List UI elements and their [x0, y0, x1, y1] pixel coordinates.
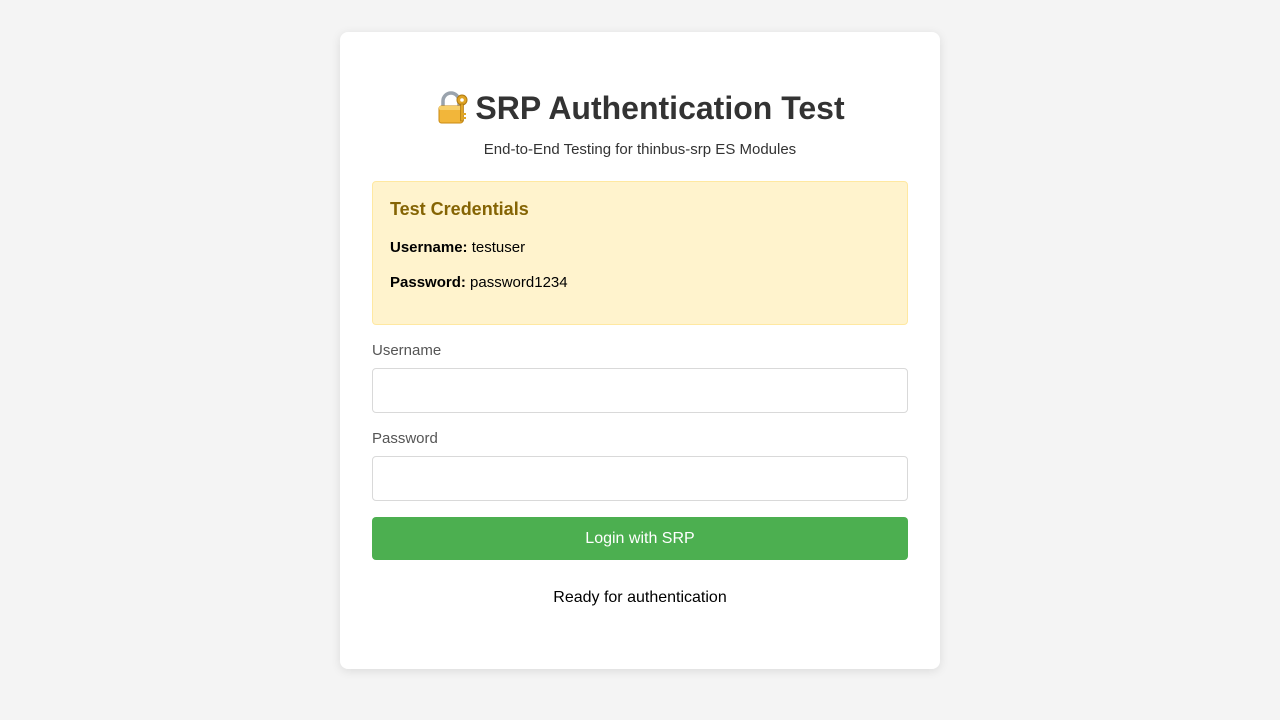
test-credentials-panel: Test Credentials Username: testuser Pass…: [372, 181, 908, 325]
credentials-username-value: testuser: [471, 239, 526, 256]
locked-with-key-icon: [435, 91, 469, 125]
credentials-username: Username: testuser: [390, 238, 890, 258]
username-input[interactable]: [372, 368, 908, 413]
credentials-title: Test Credentials: [390, 199, 529, 219]
credentials-username-label: Username:: [390, 239, 468, 256]
credentials-password-value: password1234: [470, 274, 568, 291]
login-card: SRP Authentication Test End-to-End Testi…: [340, 32, 940, 669]
page-title: SRP Authentication Test: [475, 90, 845, 126]
username-label: Username: [372, 342, 442, 359]
status-message: Ready for authentication: [553, 589, 727, 606]
credentials-password-label: Password:: [390, 274, 466, 291]
password-label: Password: [372, 430, 438, 447]
password-input[interactable]: [372, 456, 908, 501]
header: SRP Authentication Test: [372, 88, 908, 128]
page-subtitle: End-to-End Testing for thinbus-srp ES Mo…: [483, 141, 797, 158]
login-button[interactable]: Login with SRP: [372, 517, 908, 560]
credentials-password: Password: password1234: [390, 273, 890, 293]
